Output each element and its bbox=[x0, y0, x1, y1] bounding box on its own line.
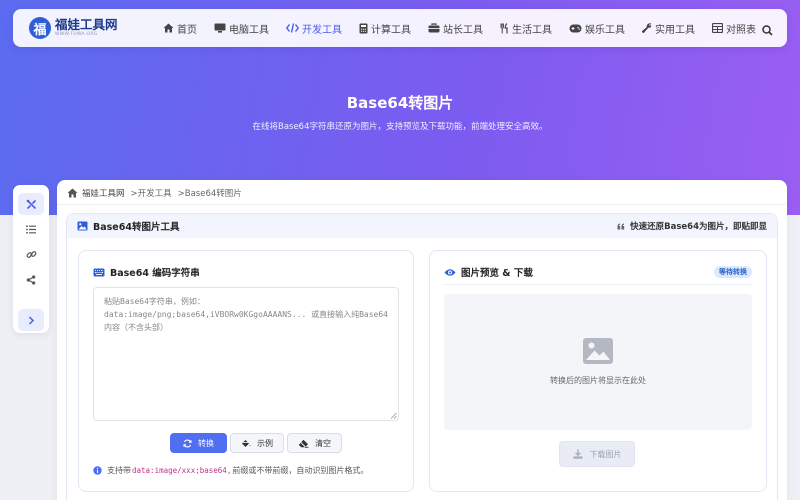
nav-label: 实用工具 bbox=[655, 24, 695, 36]
nav-label: 开发工具 bbox=[302, 24, 342, 36]
calculator-icon bbox=[359, 23, 368, 33]
side-expand-button[interactable] bbox=[18, 309, 44, 331]
share-icon bbox=[26, 275, 36, 285]
site-name: 福娃工具网 bbox=[55, 16, 118, 32]
hint-code: data:image/xxx;base64, bbox=[132, 466, 232, 475]
wrench-icon bbox=[642, 23, 652, 33]
eraser-icon bbox=[298, 439, 309, 448]
table-icon bbox=[712, 23, 723, 33]
page-title: Base64转图片 bbox=[346, 94, 454, 112]
side-share-button[interactable] bbox=[18, 269, 44, 291]
nav-label: 首页 bbox=[177, 24, 197, 36]
chevron-right-icon bbox=[28, 315, 34, 325]
code-icon bbox=[286, 23, 299, 33]
nav-label: 电脑工具 bbox=[229, 24, 269, 36]
tools-icon bbox=[26, 199, 36, 209]
search-button[interactable] bbox=[762, 21, 773, 40]
example-button[interactable]: 示例 bbox=[230, 433, 284, 453]
preview-panel: 图片预览 & 下载 等待转换 转换后的图片将显示在此处 下载图片 bbox=[429, 250, 767, 492]
gamepad-icon bbox=[569, 24, 582, 32]
input-panel: Base64 编码字符串 转换 示例 清空 bbox=[78, 250, 414, 492]
list-icon bbox=[26, 224, 36, 234]
tool-tip: 快速还原Base64为图片，即贴即显 bbox=[617, 220, 767, 232]
fill-drip-icon bbox=[242, 439, 251, 447]
nav-item-reference-tables[interactable]: 对照表 bbox=[712, 21, 756, 36]
nav-label: 计算工具 bbox=[371, 24, 411, 36]
nav-item-utility-tools[interactable]: 实用工具 bbox=[642, 21, 695, 36]
download-icon bbox=[573, 449, 582, 459]
nav-item-pc-tools[interactable]: 电脑工具 bbox=[214, 21, 269, 36]
utensils-icon bbox=[500, 22, 508, 33]
nav-item-life-tools[interactable]: 生活工具 bbox=[500, 21, 552, 36]
side-list-button[interactable] bbox=[18, 218, 44, 240]
quote-icon bbox=[617, 223, 625, 229]
tool-card: Base64转图片工具 快速还原Base64为图片，即贴即显 Base64 编码… bbox=[66, 213, 778, 500]
nav-label: 娱乐工具 bbox=[585, 24, 625, 36]
nav-label: 生活工具 bbox=[512, 24, 552, 36]
hint-text-after: 前缀或不带前缀，自动识别图片格式。 bbox=[232, 466, 369, 475]
convert-button-label: 转换 bbox=[198, 438, 214, 448]
info-icon bbox=[93, 466, 102, 475]
keyboard-icon bbox=[93, 268, 105, 276]
nav-item-fun-tools[interactable]: 娱乐工具 bbox=[569, 21, 625, 36]
nav-item-home[interactable]: 首页 bbox=[163, 21, 197, 36]
tool-tip-text: 快速还原Base64为图片，即贴即显 bbox=[630, 222, 767, 232]
input-panel-title-text: Base64 编码字符串 bbox=[110, 268, 200, 279]
sync-icon bbox=[183, 438, 192, 448]
preview-divider bbox=[444, 284, 752, 285]
nav-item-webmaster-tools[interactable]: 站长工具 bbox=[428, 21, 483, 36]
base64-input[interactable] bbox=[93, 287, 399, 421]
preview-panel-title-text: 图片预览 & 下载 bbox=[461, 268, 533, 279]
status-badge: 等待转换 bbox=[714, 266, 752, 278]
tool-title: Base64转图片工具 bbox=[77, 219, 179, 233]
link-icon bbox=[26, 250, 36, 258]
input-panel-title: Base64 编码字符串 bbox=[93, 265, 200, 279]
nav-label: 对照表 bbox=[726, 24, 756, 36]
side-link-button[interactable] bbox=[18, 243, 44, 265]
site-url: WWW.FUWA.ORG bbox=[55, 32, 98, 37]
site-logo[interactable]: 福 福娃工具网 WWW.FUWA.ORG bbox=[29, 17, 159, 39]
toolbox-icon bbox=[428, 23, 440, 33]
resize-grip-icon[interactable] bbox=[390, 412, 397, 419]
convert-button[interactable]: 转换 bbox=[170, 433, 227, 453]
tool-title-text: Base64转图片工具 bbox=[93, 222, 180, 233]
breadcrumb-category[interactable]: >开发工具 bbox=[131, 187, 172, 199]
logo-mark: 福 bbox=[29, 17, 51, 39]
preview-panel-title: 图片预览 & 下载 bbox=[444, 265, 533, 279]
example-button-label: 示例 bbox=[257, 438, 273, 448]
home-icon bbox=[163, 23, 174, 33]
home-icon bbox=[67, 188, 78, 198]
side-toolbar bbox=[13, 185, 49, 333]
top-navbar: 福 福娃工具网 WWW.FUWA.ORG 首页 电脑工具 开发工具 计算工具 站… bbox=[13, 9, 787, 47]
preview-empty-text: 转换后的图片将显示在此处 bbox=[550, 376, 646, 385]
download-button-label: 下载图片 bbox=[589, 449, 622, 459]
image-placeholder-icon bbox=[583, 338, 613, 364]
breadcrumb-home[interactable]: 福娃工具网 bbox=[82, 187, 125, 199]
breadcrumb: 福娃工具网 >开发工具 >Base64转图片 bbox=[67, 184, 248, 202]
clear-button-label: 清空 bbox=[315, 438, 331, 448]
nav-item-calc-tools[interactable]: 计算工具 bbox=[359, 21, 411, 36]
clear-button[interactable]: 清空 bbox=[287, 433, 342, 453]
tool-header: Base64转图片工具 快速还原Base64为图片，即贴即显 bbox=[67, 214, 777, 238]
side-tools-button[interactable] bbox=[18, 193, 44, 215]
nav-item-dev-tools[interactable]: 开发工具 bbox=[286, 21, 342, 36]
download-button[interactable]: 下载图片 bbox=[559, 441, 635, 467]
search-icon bbox=[762, 25, 773, 36]
image-icon bbox=[77, 221, 88, 231]
hint-text-before: 支持带 bbox=[107, 466, 131, 475]
nav-label: 站长工具 bbox=[443, 24, 483, 36]
desktop-icon bbox=[214, 23, 226, 33]
action-buttons: 转换 示例 清空 bbox=[170, 433, 345, 453]
breadcrumb-divider bbox=[57, 204, 787, 205]
eye-icon bbox=[444, 268, 456, 276]
image-preview-area: 转换后的图片将显示在此处 bbox=[444, 294, 752, 430]
format-hint: 支持带 data:image/xxx;base64, 前缀或不带前缀，自动识别图… bbox=[93, 465, 368, 476]
main-content: 福娃工具网 >开发工具 >Base64转图片 Base64转图片工具 快速还原B… bbox=[57, 180, 787, 500]
page-subtitle: 在线将Base64字符串还原为图片，支持预览及下载功能，前端处理安全高效。 bbox=[252, 122, 548, 132]
breadcrumb-current: >Base64转图片 bbox=[177, 189, 242, 199]
